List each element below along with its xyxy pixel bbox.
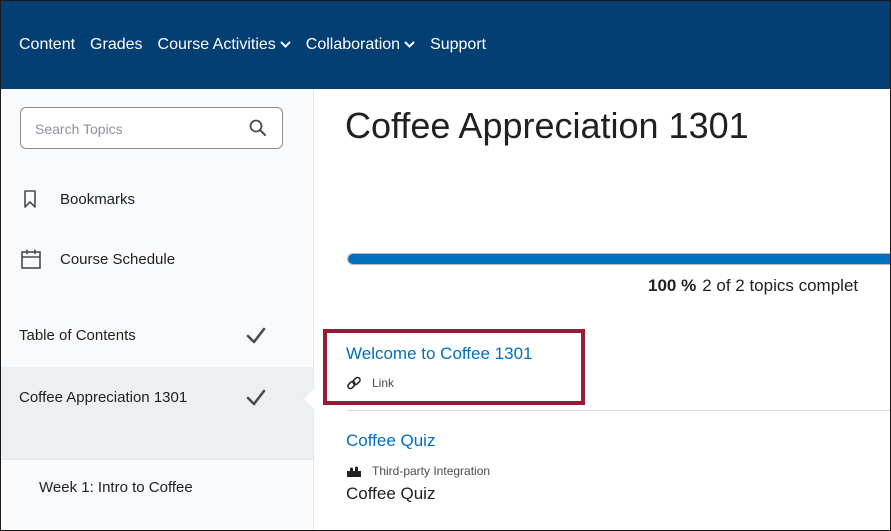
toc-item-label: Table of Contents bbox=[19, 327, 136, 344]
module-item-week-1[interactable]: Week 1: Intro to Coffee bbox=[39, 475, 199, 501]
checkmark-icon bbox=[246, 389, 266, 406]
course-schedule-label: Course Schedule bbox=[60, 250, 176, 268]
nav-item-course-activities[interactable]: Course Activities bbox=[158, 36, 291, 54]
progress-bar-fill bbox=[348, 254, 890, 264]
sidebar: Bookmarks Course Schedule Table of Conte… bbox=[1, 89, 314, 530]
link-icon bbox=[347, 376, 361, 390]
course-schedule-link[interactable]: Course Schedule bbox=[20, 248, 175, 270]
toc-item-coffee-appreciation[interactable]: Coffee Appreciation 1301 bbox=[1, 367, 313, 459]
chevron-down-icon bbox=[280, 41, 291, 49]
toc-item-label: Coffee Appreciation 1301 bbox=[19, 389, 188, 406]
topic-link-coffee-quiz[interactable]: Coffee Quiz bbox=[346, 431, 435, 451]
checkmark-icon bbox=[246, 327, 266, 344]
nav-item-support[interactable]: Support bbox=[430, 36, 486, 54]
topic-link-welcome[interactable]: Welcome to Coffee 1301 bbox=[346, 344, 533, 364]
topic-type: Third-party Integration bbox=[346, 463, 490, 479]
progress-percent: 100 % bbox=[648, 276, 697, 295]
progress-summary: 100 % 2 of 2 topics complet bbox=[648, 276, 858, 296]
chevron-down-icon bbox=[404, 41, 415, 49]
module-item-label: Week 1: Intro to Coffee bbox=[39, 479, 193, 496]
bookmark-icon bbox=[24, 190, 36, 208]
topic-type: Link bbox=[346, 375, 394, 391]
highlight-box bbox=[323, 329, 585, 405]
bookmarks-link[interactable]: Bookmarks bbox=[20, 188, 135, 210]
search-box bbox=[20, 107, 283, 149]
progress-bar bbox=[347, 253, 890, 265]
topic-type-label: Third-party Integration bbox=[372, 464, 491, 478]
progress-topics-count: 2 of 2 topics complet bbox=[702, 276, 859, 295]
page-title: Coffee Appreciation 1301 bbox=[345, 105, 749, 146]
toc-item-table-of-contents[interactable]: Table of Contents bbox=[1, 321, 313, 367]
nav-item-content[interactable]: Content bbox=[19, 36, 75, 54]
search-icon[interactable] bbox=[248, 118, 268, 138]
main-content: Coffee Appreciation 1301 100 % 2 of 2 top… bbox=[315, 89, 890, 530]
bookmarks-label: Bookmarks bbox=[60, 190, 136, 208]
calendar-icon bbox=[21, 249, 41, 269]
topic-type-label: Link bbox=[372, 376, 395, 390]
divider bbox=[347, 410, 890, 411]
topic-subtitle: Coffee Quiz bbox=[346, 484, 436, 503]
puzzle-icon bbox=[347, 466, 361, 477]
search-input[interactable] bbox=[33, 118, 237, 140]
nav-item-collaboration[interactable]: Collaboration bbox=[306, 36, 415, 54]
app-frame: Content Grades Course Activities Collabo… bbox=[0, 0, 891, 531]
nav-item-grades[interactable]: Grades bbox=[90, 36, 142, 54]
top-navigation: Content Grades Course Activities Collabo… bbox=[1, 1, 890, 89]
nav-menu: Content Grades Course Activities Collabo… bbox=[19, 36, 501, 54]
divider bbox=[1, 459, 313, 460]
